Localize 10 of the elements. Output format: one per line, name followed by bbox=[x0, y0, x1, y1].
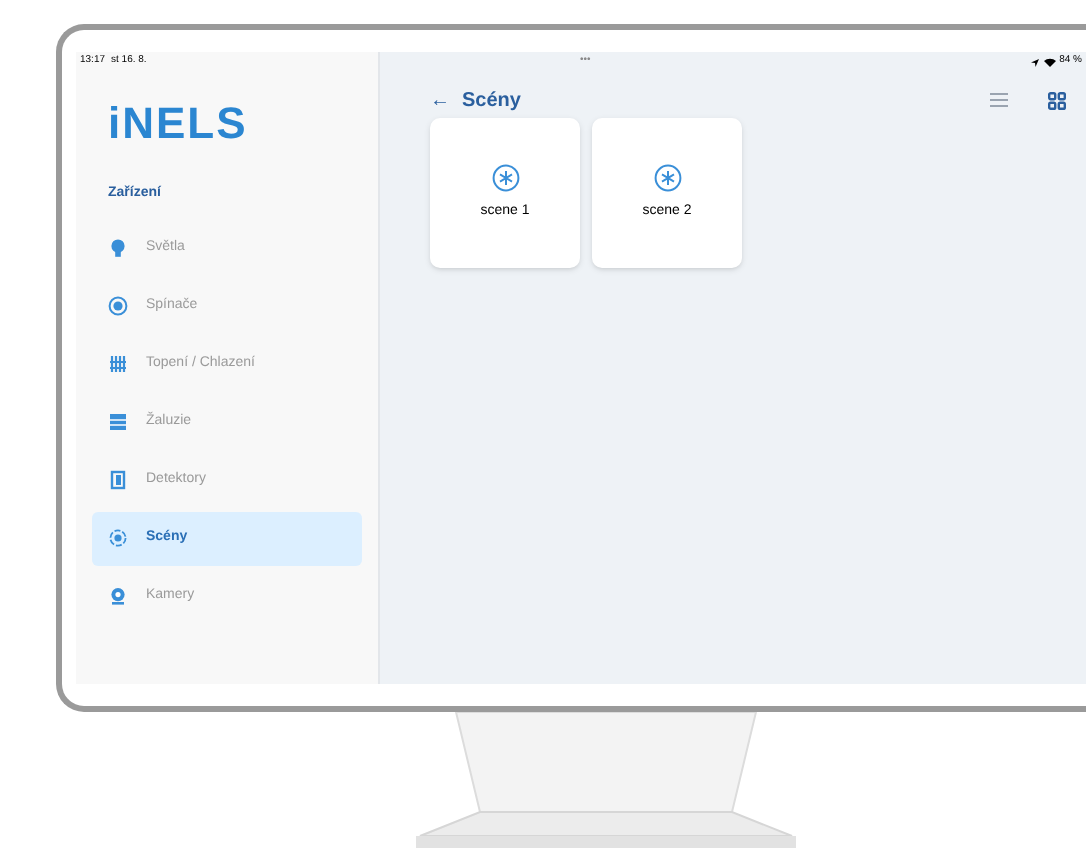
camera-icon bbox=[108, 586, 128, 606]
snowflake-icon bbox=[653, 163, 681, 192]
snowflake-icon bbox=[491, 163, 519, 192]
grid-view-icon[interactable] bbox=[1048, 91, 1066, 109]
back-button[interactable]: ← bbox=[430, 85, 450, 115]
wifi-icon bbox=[1043, 57, 1056, 67]
bulb-icon bbox=[108, 238, 128, 258]
inels-logo: iNELS bbox=[108, 100, 248, 148]
location-icon bbox=[1029, 57, 1040, 67]
page-title: Scény bbox=[462, 87, 521, 115]
